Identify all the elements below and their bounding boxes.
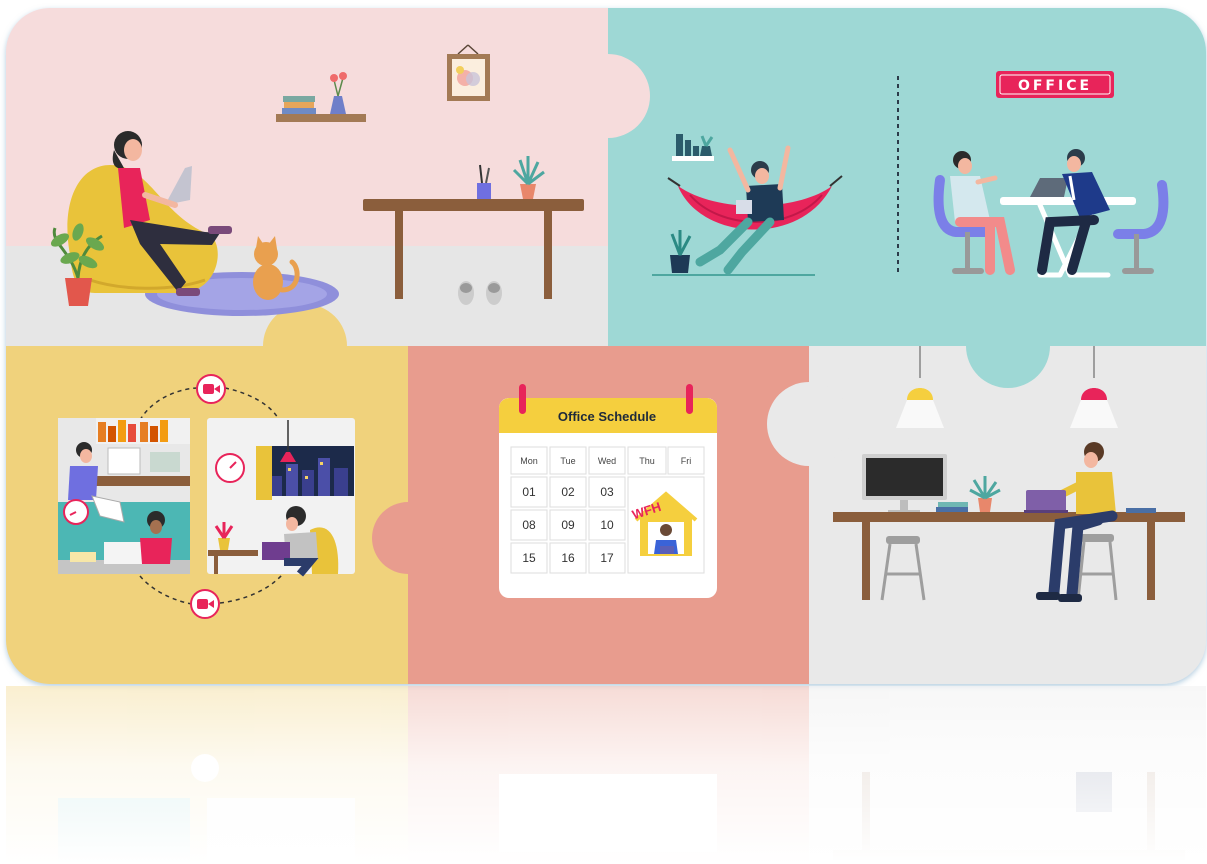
calendar-date: 08 — [522, 518, 536, 532]
puzzle-tab — [566, 54, 650, 138]
calendar-day-header-row: Mon Tue Wed Thu Fri — [510, 446, 705, 475]
puzzle-tab — [263, 304, 347, 388]
calendar-ring — [686, 384, 693, 414]
puzzle-tab — [767, 382, 851, 466]
calendar-date: 09 — [561, 518, 575, 532]
calendar-date: 03 — [600, 485, 614, 499]
calendar-date: 01 — [522, 485, 536, 499]
calendar-date: 10 — [600, 518, 614, 532]
video-tile-home-night — [207, 418, 355, 577]
puzzle-tab — [372, 502, 444, 574]
calendar-day-header: Tue — [560, 456, 575, 466]
calendar-ring — [519, 384, 526, 414]
video-camera-icon — [196, 374, 226, 404]
board-reflection — [6, 686, 1206, 862]
calendar-day-header: Thu — [639, 456, 655, 466]
hybrid-work-illustration: OFFICE Office Schedule Mon Tue Wed Thu F… — [6, 8, 1206, 862]
calendar-date: 16 — [561, 551, 575, 565]
calendar-date: 15 — [522, 551, 536, 565]
panel-hammock-and-office — [608, 8, 1206, 346]
office-sign-label: OFFICE — [1018, 78, 1092, 94]
video-tile-office — [58, 418, 190, 504]
puzzle-tab — [966, 304, 1050, 388]
video-camera-icon — [190, 589, 220, 619]
video-tile-laptop — [58, 495, 190, 574]
calendar-date: 02 — [561, 485, 575, 499]
calendar-day-header: Fri — [681, 456, 692, 466]
office-schedule-calendar: Office Schedule Mon Tue Wed Thu Fri 01 0… — [499, 384, 717, 598]
calendar-title: Office Schedule — [558, 409, 656, 424]
calendar-day-header: Mon — [520, 456, 538, 466]
calendar-day-header: Wed — [598, 456, 616, 466]
office-sign: OFFICE — [996, 71, 1114, 98]
calendar-date: 17 — [600, 551, 614, 565]
